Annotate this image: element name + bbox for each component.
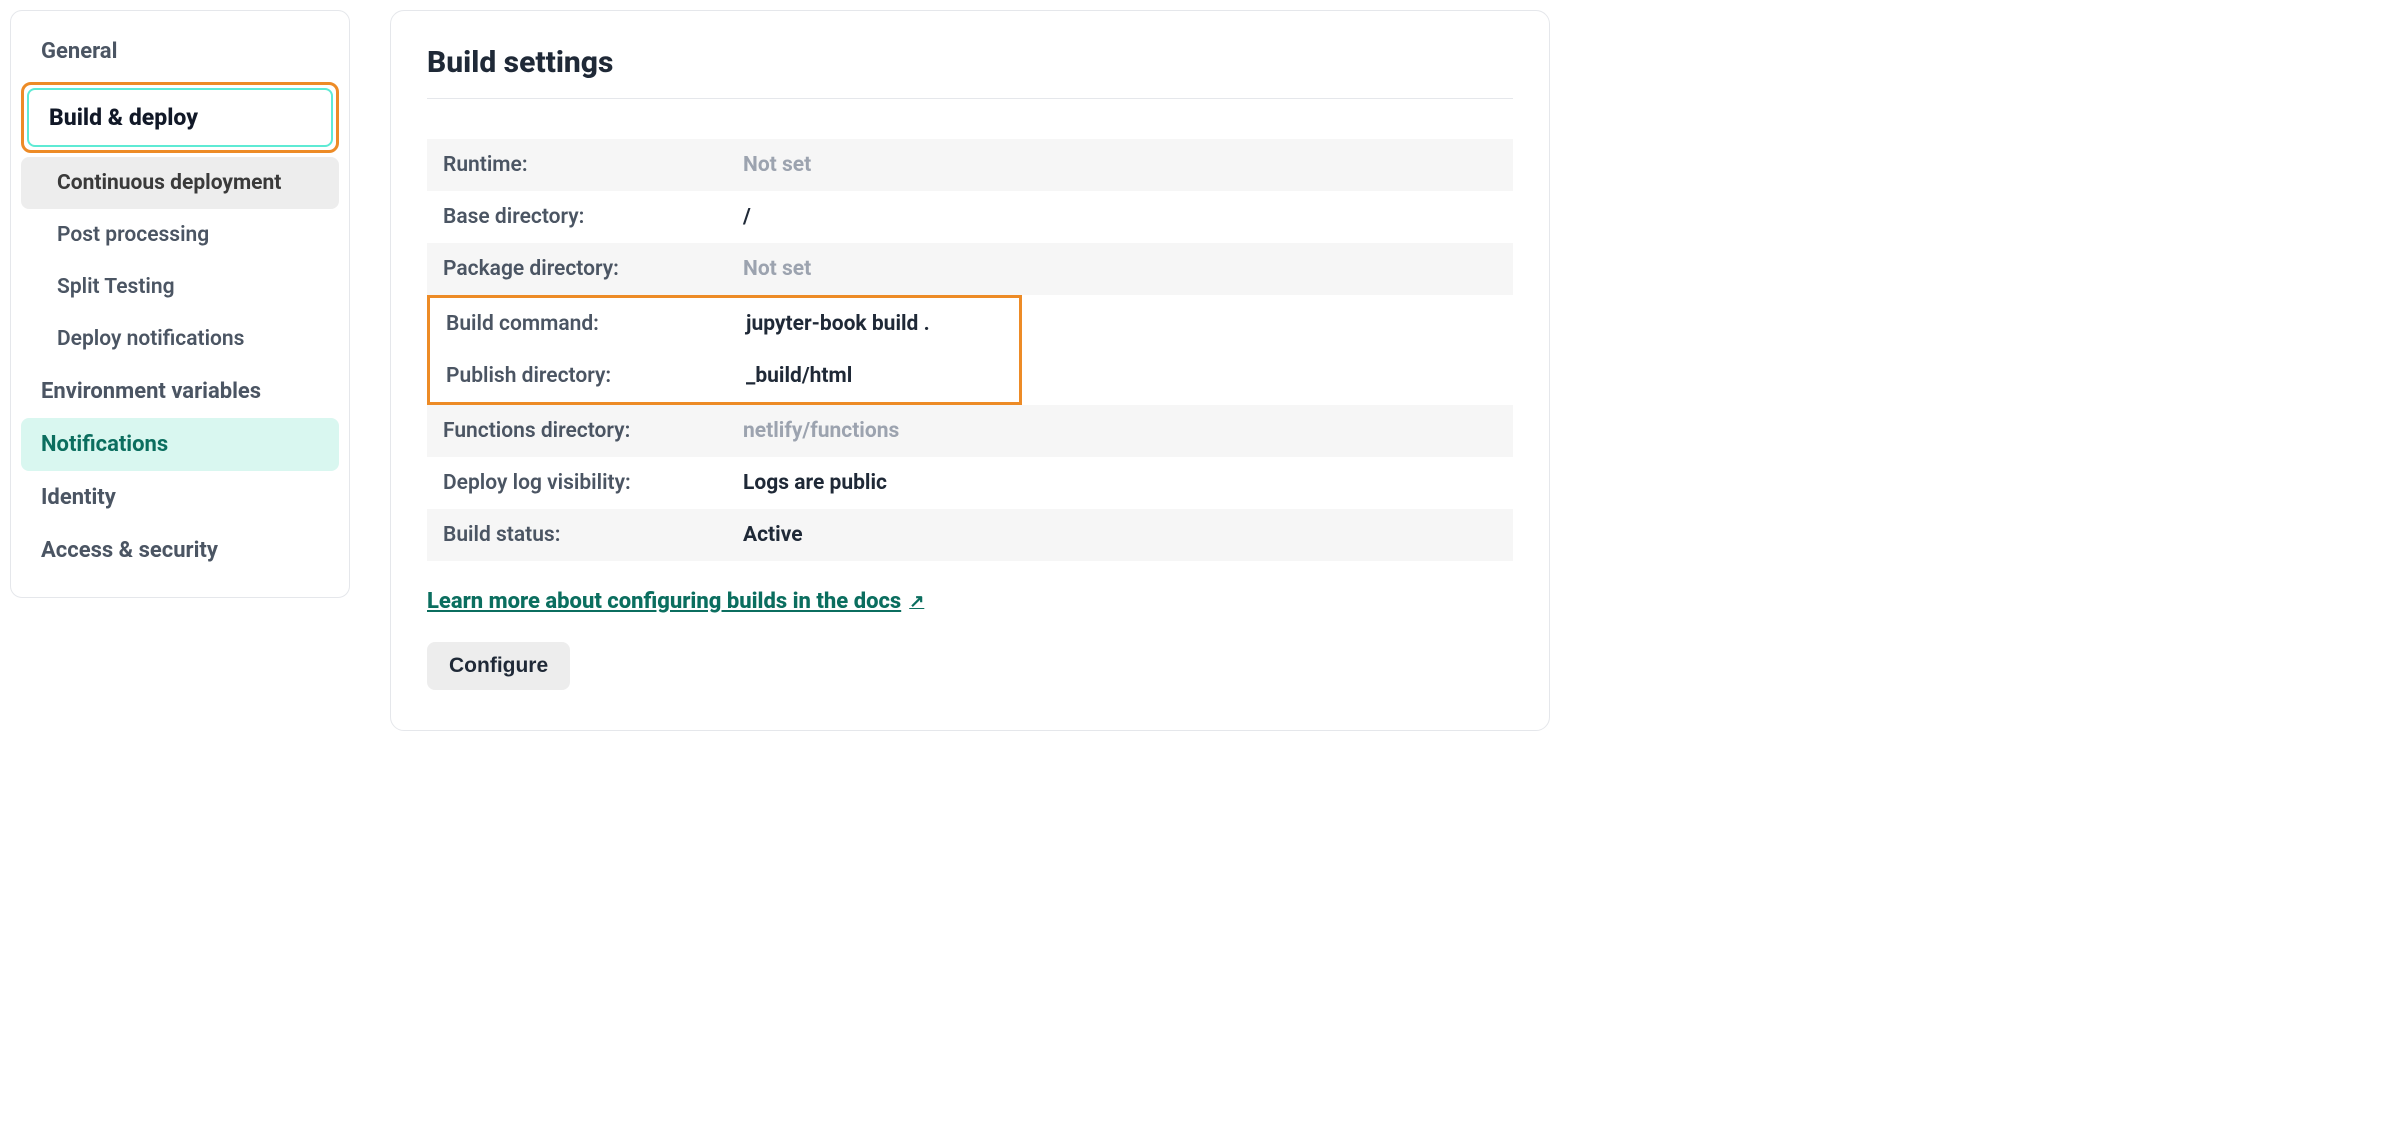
settings-sidebar: General Build & deploy Continuous deploy… bbox=[10, 10, 350, 598]
row-build-command: Build command: jupyter-book build . bbox=[430, 298, 1019, 350]
sidebar-item-general[interactable]: General bbox=[21, 25, 339, 78]
row-base-directory: Base directory: / bbox=[427, 191, 1513, 243]
row-package-directory: Package directory: Not set bbox=[427, 243, 1513, 295]
build-settings-list: Runtime: Not set Base directory: / Packa… bbox=[427, 139, 1513, 561]
row-deploy-log-visibility: Deploy log visibility: Logs are public bbox=[427, 457, 1513, 509]
row-runtime: Runtime: Not set bbox=[427, 139, 1513, 191]
row-value-publish-directory: _build/html bbox=[746, 364, 852, 388]
docs-link-text: Learn more about configuring builds in t… bbox=[427, 589, 901, 614]
row-value-build-command: jupyter-book build . bbox=[746, 312, 930, 336]
sidebar-item-identity[interactable]: Identity bbox=[21, 471, 339, 524]
row-value-functions-directory: netlify/functions bbox=[743, 419, 899, 443]
external-link-icon: ↗ bbox=[909, 591, 924, 612]
row-label-deploy-log-visibility: Deploy log visibility: bbox=[443, 471, 743, 495]
sidebar-item-access-security[interactable]: Access & security bbox=[21, 524, 339, 577]
row-value-build-status: Active bbox=[743, 523, 803, 547]
row-label-build-status: Build status: bbox=[443, 523, 743, 547]
row-value-package-directory: Not set bbox=[743, 257, 811, 281]
sidebar-item-environment-variables[interactable]: Environment variables bbox=[21, 365, 339, 418]
sidebar-sub-continuous-deployment[interactable]: Continuous deployment bbox=[21, 157, 339, 209]
docs-link[interactable]: Learn more about configuring builds in t… bbox=[427, 589, 924, 614]
row-label-package-directory: Package directory: bbox=[443, 257, 743, 281]
row-build-status: Build status: Active bbox=[427, 509, 1513, 561]
row-value-base-directory: / bbox=[743, 205, 751, 229]
row-label-publish-directory: Publish directory: bbox=[446, 364, 746, 388]
configure-button[interactable]: Configure bbox=[427, 642, 570, 690]
row-label-base-directory: Base directory: bbox=[443, 205, 743, 229]
row-label-build-command: Build command: bbox=[446, 312, 746, 336]
row-label-runtime: Runtime: bbox=[443, 153, 743, 177]
sidebar-sub-split-testing[interactable]: Split Testing bbox=[21, 261, 339, 313]
row-value-deploy-log-visibility: Logs are public bbox=[743, 471, 887, 495]
build-settings-panel: Build settings Runtime: Not set Base dir… bbox=[390, 10, 1550, 731]
highlight-build-publish: Build command: jupyter-book build . Publ… bbox=[427, 295, 1022, 405]
panel-title: Build settings bbox=[427, 45, 1513, 99]
row-value-runtime: Not set bbox=[743, 153, 811, 177]
row-functions-directory: Functions directory: netlify/functions bbox=[427, 405, 1513, 457]
sidebar-item-notifications[interactable]: Notifications bbox=[21, 418, 339, 471]
highlight-build-deploy: Build & deploy bbox=[21, 82, 339, 153]
row-publish-directory: Publish directory: _build/html bbox=[430, 350, 1019, 402]
row-label-functions-directory: Functions directory: bbox=[443, 419, 743, 443]
sidebar-item-build-deploy[interactable]: Build & deploy bbox=[27, 88, 333, 147]
sidebar-sub-post-processing[interactable]: Post processing bbox=[21, 209, 339, 261]
sidebar-sub-deploy-notifications[interactable]: Deploy notifications bbox=[21, 313, 339, 365]
